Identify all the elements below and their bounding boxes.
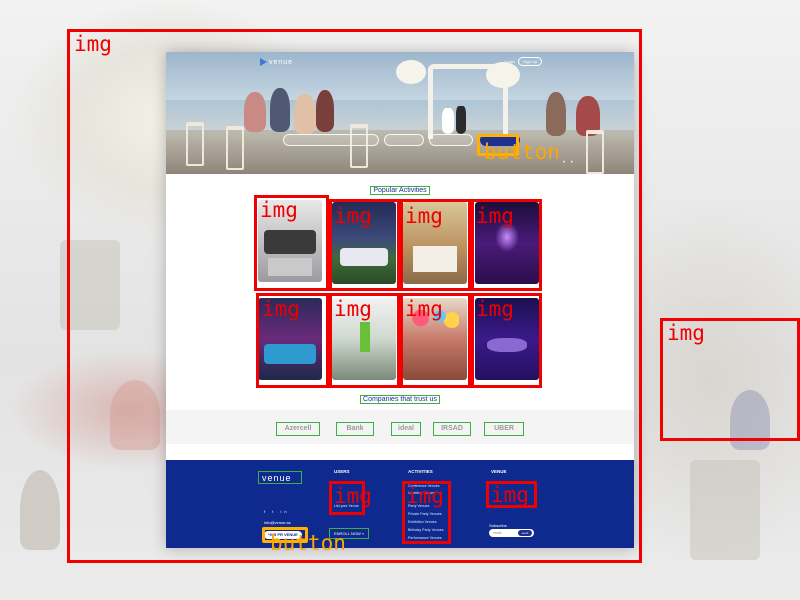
annotation-label-img: img [334,204,372,228]
annotation-label-button: button [270,531,346,555]
background-chair [690,460,760,560]
annotation-label-img: img [334,297,372,321]
annotation-label-img: img [405,297,443,321]
annotation-label-img: img [405,204,443,228]
annotation-label-img: img [262,297,300,321]
annotation-label-img: img [491,483,529,507]
annotation-label-img: img [334,484,372,508]
annotation-label-img: img [476,204,514,228]
annotation-label-img: img [260,198,298,222]
annotation-label-img: img [74,32,112,56]
annotation-label-button: button [484,140,560,164]
annotation-label-img: img [476,297,514,321]
background-person [20,470,60,550]
annotation-label-img: img [667,321,705,345]
annotation-label-img: img [406,484,444,508]
